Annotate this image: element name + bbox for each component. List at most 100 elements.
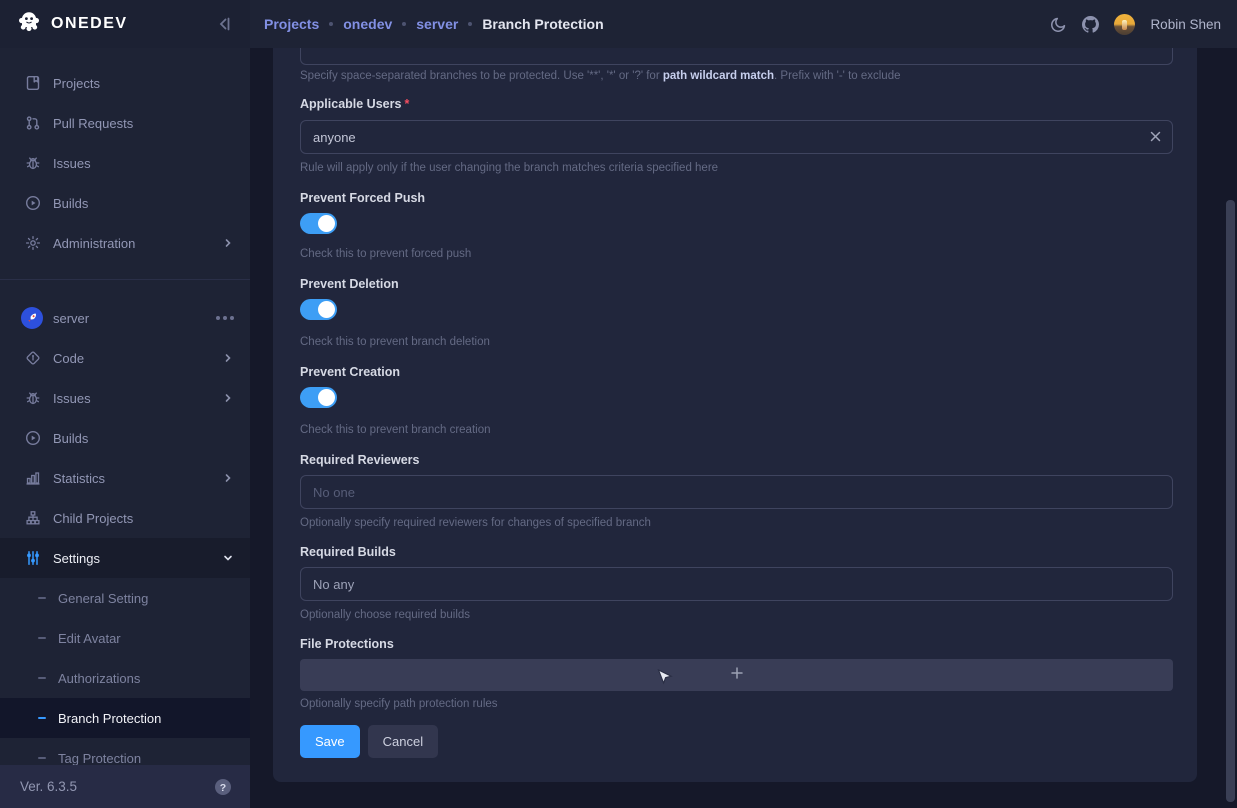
- play-circle-icon: [24, 430, 41, 446]
- sliders-icon: [24, 550, 41, 566]
- sidebar-subitem-edit-avatar[interactable]: Edit Avatar: [0, 618, 250, 658]
- applicable-users-label: Applicable Users*: [300, 97, 1173, 111]
- vertical-scrollbar[interactable]: [1226, 200, 1235, 802]
- sidebar-subitem-authorizations[interactable]: Authorizations: [0, 658, 250, 698]
- sidebar-item-settings[interactable]: Settings: [0, 538, 250, 578]
- main-content: Specify space-separated branches to be p…: [250, 48, 1237, 808]
- breadcrumb: Projects onedev server Branch Protection: [264, 16, 604, 32]
- bug-icon: [24, 390, 41, 406]
- app-title: ONEDEV: [51, 15, 128, 33]
- form-actions: Save Cancel: [300, 725, 1173, 758]
- dash-bullet: [38, 717, 46, 719]
- sidebar-item-builds[interactable]: Builds: [0, 183, 250, 223]
- branches-help: Specify space-separated branches to be p…: [300, 69, 1173, 83]
- save-button[interactable]: Save: [300, 725, 360, 758]
- sidebar-subitem-branch-protection[interactable]: Branch Protection: [0, 698, 250, 738]
- sidebar-footer: Ver. 6.3.5 ?: [0, 765, 250, 808]
- prevent-deletion-label: Prevent Deletion: [300, 277, 1173, 291]
- project-name: server: [53, 311, 216, 326]
- branch-protection-form-card: Specify space-separated branches to be p…: [273, 48, 1197, 782]
- sidebar: Projects Pull Requests Issues: [0, 48, 250, 808]
- sidebar-item-project-builds[interactable]: Builds: [0, 418, 250, 458]
- file-protections-help: Optionally specify path protection rules: [300, 697, 1173, 711]
- breadcrumb-separator: [402, 22, 406, 26]
- gear-icon: [24, 235, 41, 251]
- branches-input-partial[interactable]: [300, 48, 1173, 65]
- required-reviewers-input[interactable]: [300, 475, 1173, 509]
- applicable-users-help: Rule will apply only if the user changin…: [300, 161, 1173, 175]
- toggle-knob: [318, 389, 335, 406]
- prevent-creation-toggle[interactable]: [300, 387, 337, 408]
- path-wildcard-link[interactable]: path wildcard match: [663, 70, 774, 82]
- prevent-forced-push-help: Check this to prevent forced push: [300, 247, 1173, 261]
- required-builds-label: Required Builds: [300, 545, 1173, 559]
- header-actions: Robin Shen: [1050, 14, 1221, 35]
- version-label: Ver. 6.3.5: [20, 779, 77, 794]
- prevent-forced-push-label: Prevent Forced Push: [300, 191, 1173, 205]
- user-name[interactable]: Robin Shen: [1150, 17, 1221, 32]
- file-protections-label: File Protections: [300, 637, 1173, 651]
- dark-mode-moon-icon[interactable]: [1050, 16, 1067, 33]
- breadcrumb-onedev[interactable]: onedev: [343, 16, 392, 32]
- chevron-right-icon: [222, 392, 234, 404]
- git-icon: [24, 350, 41, 366]
- chevron-down-icon: [222, 552, 234, 564]
- sidebar-item-pull-requests[interactable]: Pull Requests: [0, 103, 250, 143]
- sidebar-main-nav: Projects Pull Requests Issues: [0, 63, 250, 263]
- rocket-avatar: [21, 307, 43, 329]
- dash-bullet: [38, 757, 46, 759]
- plus-icon: [730, 666, 744, 685]
- sidebar-item-child-projects[interactable]: Child Projects: [0, 498, 250, 538]
- sitemap-icon: [24, 510, 41, 526]
- onedev-logo-icon: [16, 9, 42, 40]
- prevent-deletion-toggle[interactable]: [300, 299, 337, 320]
- toggle-knob: [318, 215, 335, 232]
- sidebar-subitem-general-setting[interactable]: General Setting: [0, 578, 250, 618]
- prevent-creation-label: Prevent Creation: [300, 365, 1173, 379]
- breadcrumb-current: Branch Protection: [482, 16, 603, 32]
- dash-bullet: [38, 637, 46, 639]
- header-main: Projects onedev server Branch Protection…: [250, 0, 1237, 48]
- chevron-right-icon: [222, 352, 234, 364]
- required-builds-input[interactable]: [300, 567, 1173, 601]
- sidebar-divider: [0, 279, 250, 280]
- github-icon[interactable]: [1082, 16, 1099, 33]
- app-brand[interactable]: ONEDEV: [16, 9, 128, 40]
- required-builds-help: Optionally choose required builds: [300, 608, 1173, 622]
- breadcrumb-separator: [468, 22, 472, 26]
- sidebar-item-statistics[interactable]: Statistics: [0, 458, 250, 498]
- sidebar-item-projects[interactable]: Projects: [0, 63, 250, 103]
- ellipsis-icon[interactable]: [216, 316, 234, 320]
- sidebar-collapse-icon[interactable]: [216, 15, 234, 33]
- file-protections-add-bar[interactable]: [300, 659, 1173, 691]
- bar-chart-icon: [24, 470, 41, 486]
- dash-bullet: [38, 677, 46, 679]
- sidebar-item-administration[interactable]: Administration: [0, 223, 250, 263]
- user-avatar[interactable]: [1114, 14, 1135, 35]
- sidebar-item-issues[interactable]: Issues: [0, 143, 250, 183]
- cancel-button[interactable]: Cancel: [368, 725, 438, 758]
- svg-text:?: ?: [220, 781, 226, 793]
- help-question-icon[interactable]: ?: [214, 778, 232, 796]
- clear-icon[interactable]: [1149, 130, 1162, 143]
- prevent-forced-push-toggle[interactable]: [300, 213, 337, 234]
- breadcrumb-projects[interactable]: Projects: [264, 16, 319, 32]
- applicable-users-input[interactable]: [300, 120, 1173, 154]
- book-icon: [24, 75, 41, 91]
- chevron-right-icon: [222, 472, 234, 484]
- prevent-deletion-help: Check this to prevent branch deletion: [300, 335, 1173, 349]
- sidebar-project-row[interactable]: server: [0, 298, 250, 338]
- required-reviewers-label: Required Reviewers: [300, 453, 1173, 467]
- sidebar-item-project-issues[interactable]: Issues: [0, 378, 250, 418]
- chevron-right-icon: [222, 237, 234, 249]
- sidebar-project-nav: server Code Issues: [0, 298, 250, 778]
- mouse-cursor: [657, 669, 673, 692]
- breadcrumb-server[interactable]: server: [416, 16, 458, 32]
- play-circle-icon: [24, 195, 41, 211]
- required-reviewers-help: Optionally specify required reviewers fo…: [300, 516, 1173, 530]
- sidebar-header: ONEDEV: [0, 0, 250, 48]
- dash-bullet: [38, 597, 46, 599]
- sidebar-item-code[interactable]: Code: [0, 338, 250, 378]
- top-header: ONEDEV Projects onedev server Branch Pro…: [0, 0, 1237, 48]
- prevent-creation-help: Check this to prevent branch creation: [300, 423, 1173, 437]
